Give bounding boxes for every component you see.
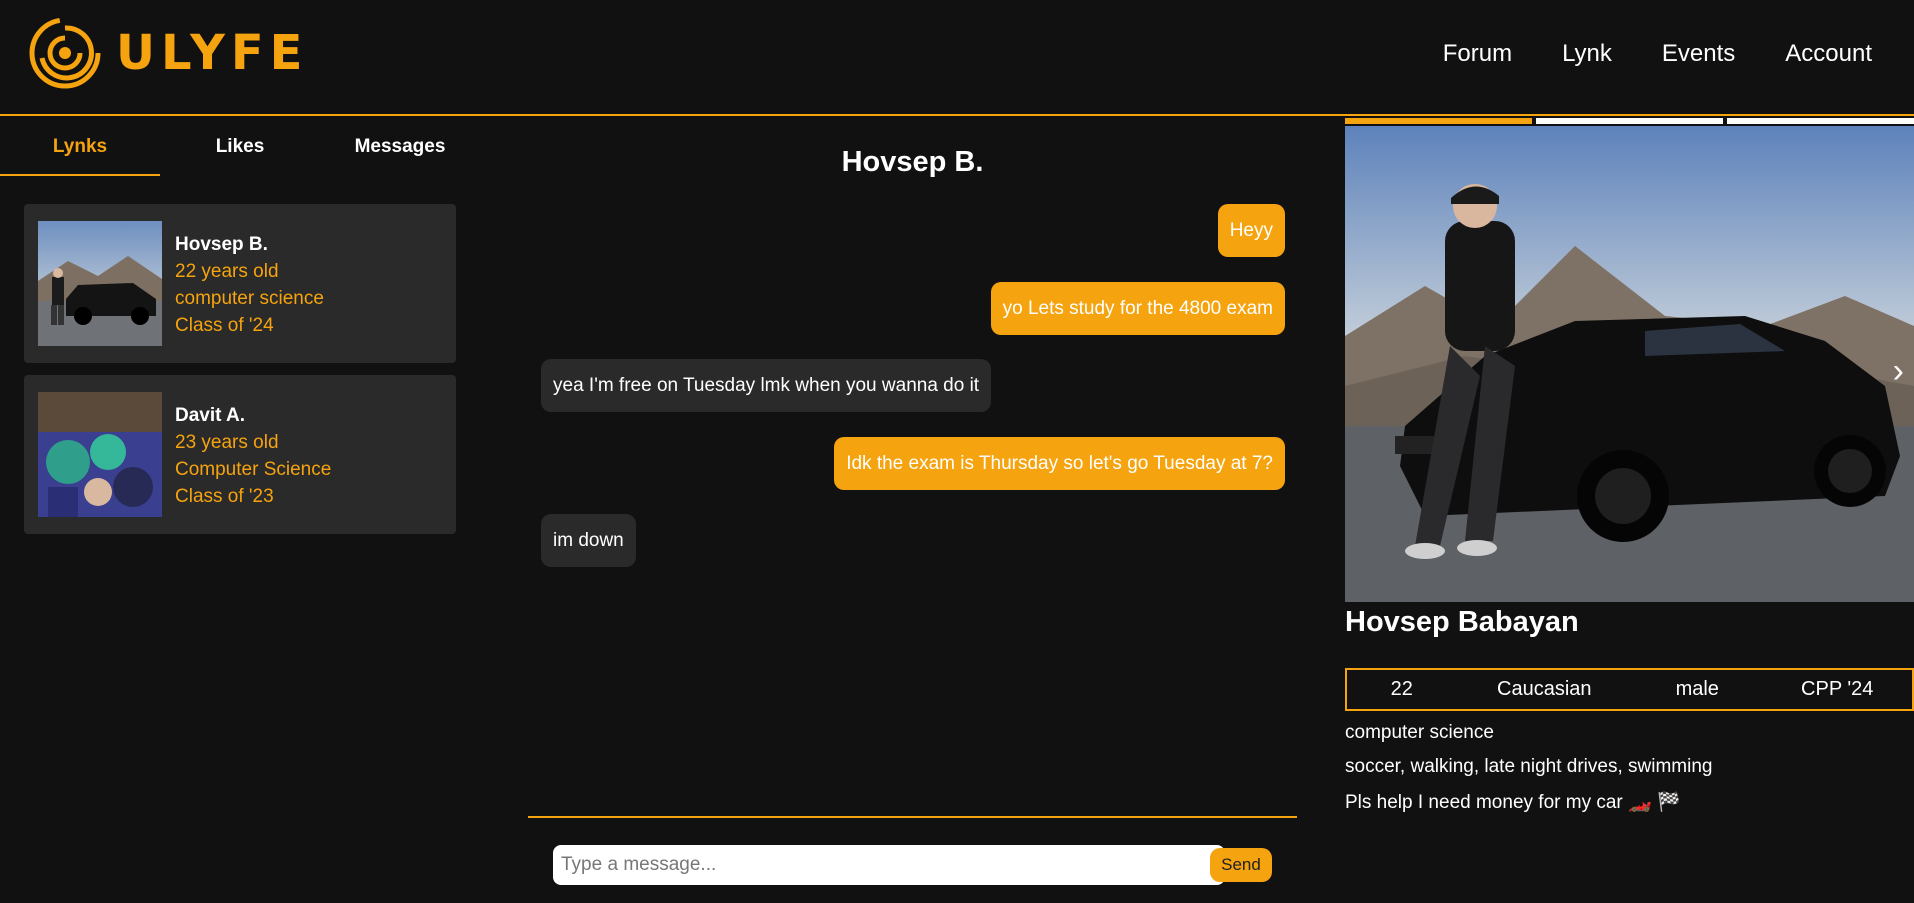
photo-indicator-bar[interactable] [1345, 118, 1532, 124]
profile-photo: › [1345, 126, 1914, 602]
chat-divider [528, 816, 1297, 818]
tab-bar: Lynks Likes Messages [0, 118, 480, 176]
send-button[interactable]: Send [1210, 848, 1272, 882]
nav-forum[interactable]: Forum [1443, 40, 1512, 68]
tab-messages[interactable]: Messages [320, 118, 480, 176]
lynk-age: 23 years old [175, 432, 279, 453]
lynk-card[interactable]: Hovsep B. 22 years old computer science … [24, 204, 456, 363]
photo-indicator-bar[interactable] [1727, 118, 1914, 124]
lynk-class: Class of '24 [175, 315, 274, 336]
message-bubble-sent: yo Lets study for the 4800 exam [990, 282, 1285, 335]
lynk-info: Hovsep B. 22 years old computer science … [175, 231, 324, 339]
message-bubble-received: im down [541, 514, 636, 567]
lynk-name: Davit A. [175, 405, 246, 426]
message-input[interactable] [553, 845, 1225, 885]
top-header: ULYFE Forum Lynk Events Account [0, 0, 1914, 116]
lynk-thumbnail [38, 392, 162, 517]
lynk-class: Class of '23 [175, 486, 274, 507]
profile-interests: soccer, walking, late night drives, swim… [1345, 756, 1713, 777]
stat-school: CPP '24 [1801, 678, 1874, 700]
lynks-panel: Lynks Likes Messages Hovsep B. 22 years … [0, 118, 480, 903]
tab-lynks[interactable]: Lynks [0, 118, 160, 176]
nav-lynk[interactable]: Lynk [1562, 40, 1612, 68]
stat-gender: male [1675, 678, 1719, 700]
photo-indicator [1345, 118, 1914, 124]
profile-stats: 22 Caucasian male CPP '24 [1345, 668, 1914, 711]
next-photo-arrow-icon[interactable]: › [1893, 352, 1904, 391]
photo-indicator-bar[interactable] [1536, 118, 1723, 124]
logo-text: ULYFE [116, 25, 309, 81]
chat-panel: Hovsep B. Heyy yo Lets study for the 480… [528, 118, 1297, 903]
message-bubble-sent: Idk the exam is Thursday so let's go Tue… [834, 437, 1285, 490]
ulyfe-logo[interactable]: ULYFE [28, 16, 308, 90]
nav-events[interactable]: Events [1662, 40, 1735, 68]
profile-major: computer science [1345, 722, 1494, 743]
lynk-major: Computer Science [175, 459, 332, 480]
stat-ethnicity: Caucasian [1497, 678, 1592, 700]
main-nav: Forum Lynk Events Account [1443, 40, 1872, 68]
tab-likes[interactable]: Likes [160, 118, 320, 176]
message-bubble-sent: Heyy [1217, 204, 1285, 257]
profile-panel: › Hovsep Babayan 22 Caucasian male CPP '… [1345, 118, 1914, 903]
lynk-major: computer science [175, 288, 324, 309]
message-bubble-received: yea I'm free on Tuesday lmk when you wan… [541, 359, 992, 412]
lynk-thumbnail [38, 221, 162, 346]
profile-bio: Pls help I need money for my car 🏎️ 🏁 [1345, 792, 1681, 813]
lynk-age: 22 years old [175, 261, 279, 282]
lynk-info: Davit A. 23 years old Computer Science C… [175, 402, 331, 510]
lynk-name: Hovsep B. [175, 234, 268, 255]
profile-name: Hovsep Babayan [1345, 606, 1579, 638]
nav-account[interactable]: Account [1785, 40, 1872, 68]
lynk-card[interactable]: Davit A. 23 years old Computer Science C… [24, 375, 456, 534]
swirl-logo-icon [29, 17, 101, 89]
chat-title: Hovsep B. [841, 146, 984, 178]
stat-age: 22 [1390, 678, 1413, 700]
